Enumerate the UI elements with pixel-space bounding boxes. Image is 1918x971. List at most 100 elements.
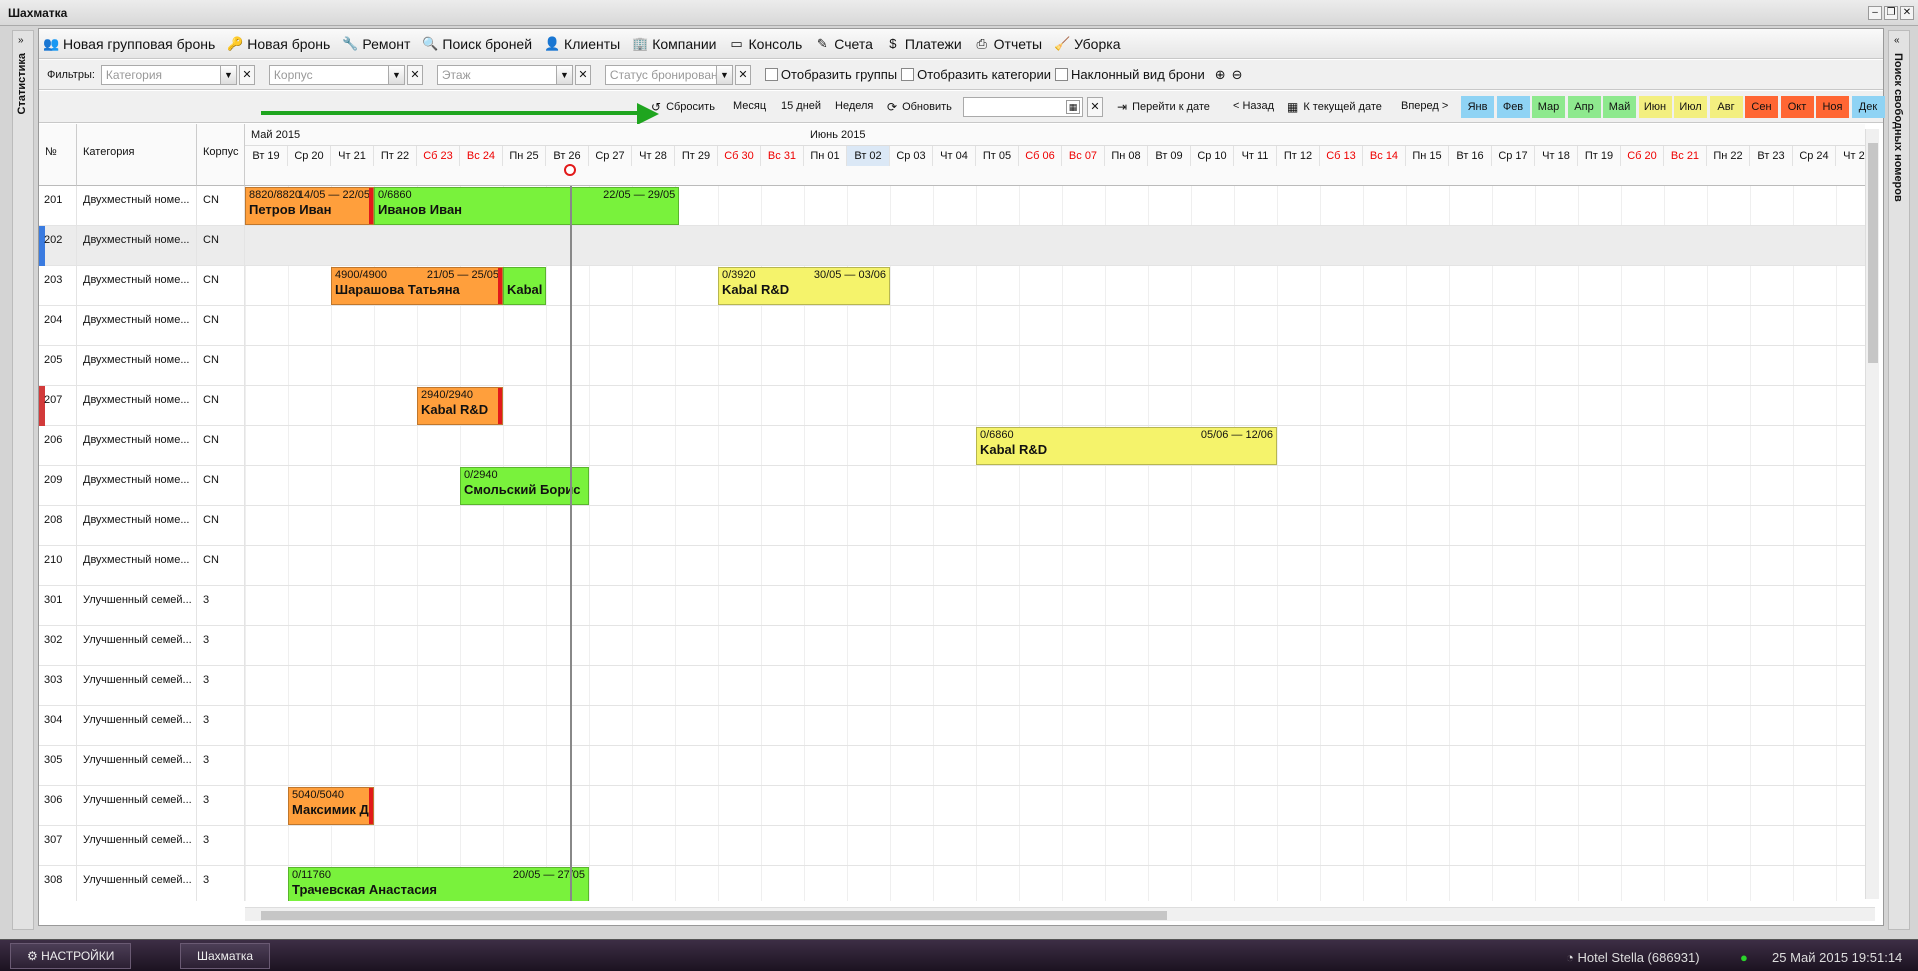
toolbar-button-dollar[interactable]: $ Платежи [885, 36, 961, 52]
minimize-icon[interactable]: – [1868, 6, 1882, 20]
toolbar-button-company[interactable]: 🏢 Компании [632, 36, 716, 52]
booking-block[interactable]: 0/6860 05/06 — 12/06 Kabal R&D [976, 427, 1277, 465]
toolbar-button-broom[interactable]: 🧹 Уборка [1054, 36, 1120, 52]
table-row[interactable]: 206 Двухместный номе... CN [39, 426, 1865, 466]
month-button[interactable]: Месяц [733, 100, 766, 112]
chevron-down-icon[interactable]: ▼ [220, 64, 237, 85]
month-button[interactable]: Авг [1709, 96, 1743, 118]
calendar-icon[interactable]: ▦ [1066, 100, 1080, 114]
month-button[interactable]: Фев [1496, 96, 1530, 118]
15-days-button[interactable]: 15 дней [781, 100, 821, 112]
tilted-view-checkbox[interactable]: Наклонный вид брони [1055, 67, 1205, 82]
clear-icon[interactable]: ✕ [406, 64, 423, 85]
hotel-label: Hotel Stella (686931) [1577, 950, 1700, 965]
booking-block[interactable]: 0/3920 30/05 — 03/06 Kabal R&D [718, 267, 890, 305]
chevron-down-icon[interactable]: ▼ [556, 64, 573, 85]
forward-button[interactable]: Вперед > [1401, 100, 1448, 112]
toolbar-button-wrench[interactable]: 🔧 Ремонт [342, 36, 410, 52]
toolbar-button-group-booking[interactable]: 👥 Новая групповая бронь [43, 36, 215, 52]
table-row[interactable]: 203 Двухместный номе... CN [39, 266, 1865, 306]
toolbar-button-label: Клиенты [564, 35, 621, 52]
week-button[interactable]: Неделя [835, 100, 873, 112]
free-rooms-sidebar[interactable]: « Поиск свободных номеров [1888, 30, 1910, 930]
table-row[interactable]: 204 Двухместный номе... CN [39, 306, 1865, 346]
month-button[interactable]: Сен [1745, 96, 1778, 118]
show-groups-checkbox[interactable]: Отобразить группы [764, 67, 897, 82]
close-icon[interactable]: ✕ [1900, 6, 1914, 20]
table-row[interactable]: 202 Двухместный номе... CN [39, 226, 1865, 266]
month-button[interactable]: Июл [1674, 96, 1707, 118]
category-filter[interactable]: Категория ▼ ✕ [100, 64, 255, 85]
month-button[interactable]: Май [1603, 96, 1636, 118]
table-row[interactable]: 305 Улучшенный семей... 3 [39, 746, 1865, 786]
toolbar-button-printer[interactable]: ⎙ Отчеты [974, 36, 1042, 52]
table-row[interactable]: 208 Двухместный номе... CN [39, 506, 1865, 546]
booking-block[interactable]: 0/11760 20/05 — 27/05 Трачевская Анастасия [288, 867, 589, 901]
refresh-button[interactable]: ⟳ Обновить [887, 100, 952, 114]
clear-icon[interactable]: ✕ [734, 64, 751, 85]
status-filter-input[interactable]: Статус бронирован [604, 64, 717, 85]
building-filter[interactable]: Корпус ▼ ✕ [268, 64, 423, 85]
back-button[interactable]: < Назад [1233, 100, 1274, 112]
status-filter[interactable]: Статус бронирован ▼ ✕ [604, 64, 751, 85]
reset-icon: ↺ [651, 100, 662, 114]
settings-button[interactable]: ⚙ НАСТРОЙКИ [10, 943, 132, 969]
room-building: CN [197, 386, 245, 426]
table-row[interactable]: 210 Двухместный номе... CN [39, 546, 1865, 586]
table-row[interactable]: 301 Улучшенный семей... 3 [39, 586, 1865, 626]
month-button[interactable]: Ноя [1816, 96, 1849, 118]
chevron-down-icon[interactable]: ▼ [388, 64, 405, 85]
booking-block[interactable]: Kabal [503, 267, 546, 305]
toolbar-button-search[interactable]: 🔍 Поиск броней [422, 36, 532, 52]
month-button[interactable]: Дек [1851, 96, 1885, 118]
floor-filter[interactable]: Этаж ▼ ✕ [436, 64, 591, 85]
scroll-thumb[interactable] [261, 911, 1167, 920]
floor-filter-input[interactable]: Этаж [436, 64, 557, 85]
show-categories-checkbox[interactable]: Отобразить категории [901, 67, 1051, 82]
toolbar-button-booking[interactable]: 🔑 Новая бронь [227, 36, 330, 52]
month-button[interactable]: Янв [1461, 96, 1494, 118]
zoom-out-icon[interactable]: ⊖ [1232, 67, 1243, 83]
category-filter-input[interactable]: Категория [100, 64, 221, 85]
reset-button[interactable]: ↺ Сбросить [651, 100, 715, 114]
toolbar-button-invoice[interactable]: ✎ Счета [814, 36, 873, 52]
table-row[interactable]: 303 Улучшенный семей... 3 [39, 666, 1865, 706]
date-input[interactable]: ▦ [963, 97, 1083, 117]
booking-block[interactable]: 4900/4900 21/05 — 25/05 Шарашова Татьяна [331, 267, 503, 305]
table-row[interactable]: 302 Улучшенный семей... 3 [39, 626, 1865, 666]
table-row[interactable]: 304 Улучшенный семей... 3 [39, 706, 1865, 746]
statistics-sidebar[interactable]: » Статистика [12, 30, 34, 930]
booking-block[interactable]: 2940/2940 Kabal R&D [417, 387, 503, 425]
building-filter-input[interactable]: Корпус [268, 64, 389, 85]
chevron-down-icon[interactable]: ▼ [716, 64, 733, 85]
table-row[interactable]: 209 Двухместный номе... CN [39, 466, 1865, 506]
checkbox-icon[interactable] [1055, 68, 1069, 81]
scroll-thumb[interactable] [1868, 143, 1878, 363]
booking-block[interactable]: 5040/5040 Максимик Д [288, 787, 374, 825]
room-building: CN [197, 186, 245, 226]
clear-icon[interactable]: ✕ [238, 64, 255, 85]
checkbox-icon[interactable] [764, 68, 778, 81]
zoom-in-icon[interactable]: ⊕ [1215, 67, 1226, 83]
horizontal-scrollbar[interactable] [245, 907, 1875, 921]
month-button[interactable]: Апр [1567, 96, 1601, 118]
month-button[interactable]: Мар [1532, 96, 1565, 118]
table-row[interactable]: 207 Двухместный номе... CN [39, 386, 1865, 426]
month-button[interactable]: Июн [1638, 96, 1672, 118]
restore-icon[interactable]: ❐ [1884, 6, 1898, 20]
booking-amount: 2940/2940 [421, 389, 473, 401]
booking-block[interactable]: 8820/8820 14/05 — 22/05 Петров Иван [245, 187, 374, 225]
goto-date-button[interactable]: ⇥ Перейти к дате [1117, 100, 1210, 114]
table-row[interactable]: 205 Двухместный номе... CN [39, 346, 1865, 386]
table-row[interactable]: 307 Улучшенный семей... 3 [39, 826, 1865, 866]
month-button[interactable]: Окт [1780, 96, 1814, 118]
checkbox-icon[interactable] [901, 68, 915, 81]
taskbar-chess-button[interactable]: Шахматка [180, 943, 271, 969]
today-button[interactable]: ▦ К текущей дате [1287, 100, 1382, 114]
toolbar-button-clients[interactable]: 👤 Клиенты [544, 36, 620, 52]
booking-block[interactable]: 0/6860 22/05 — 29/05 Иванов Иван [374, 187, 680, 225]
toolbar-button-console[interactable]: ▭ Консоль [729, 36, 802, 52]
clear-date-icon[interactable]: ✕ [1087, 97, 1103, 117]
vertical-scrollbar[interactable] [1865, 129, 1879, 899]
clear-icon[interactable]: ✕ [574, 64, 591, 85]
